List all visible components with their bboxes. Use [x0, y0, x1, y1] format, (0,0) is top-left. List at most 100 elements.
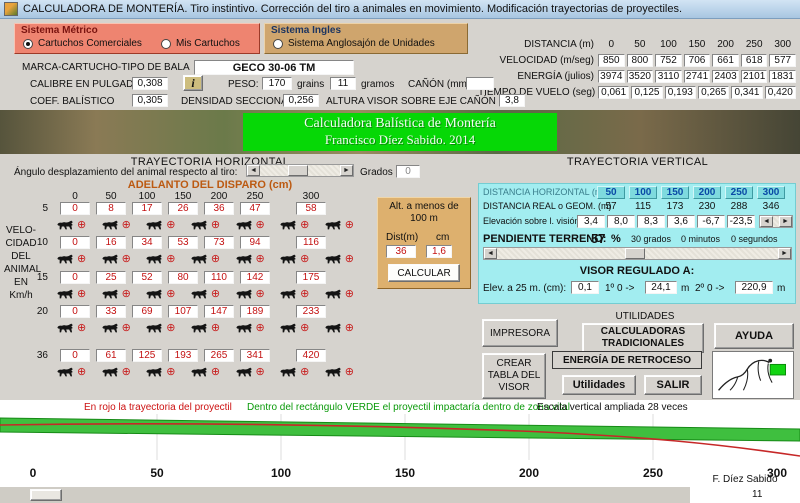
scrollbar-thumb[interactable] — [288, 165, 308, 176]
running-animal-icon — [235, 288, 254, 300]
impresora-button[interactable]: IMPRESORA — [482, 319, 558, 347]
dist-r-value: 57 — [597, 201, 625, 212]
adelanto-cell: 25 — [96, 271, 126, 284]
radio-mis-cartuchos[interactable] — [161, 39, 171, 49]
scroll-left-icon[interactable]: ◄ — [484, 248, 497, 259]
radio-cartuchos-comerciales[interactable] — [23, 39, 33, 49]
energia-retroceso-button[interactable]: ENERGÍA DE RETROCESO — [552, 351, 702, 369]
lead-marker-icon: ⊕ — [211, 367, 220, 378]
adelanto-cell: 116 — [296, 236, 326, 249]
calculadoras-button[interactable]: CALCULADORAS TRADICIONALES — [582, 323, 704, 353]
energia-value: 2403 — [712, 70, 739, 83]
velocidad-value: 800 — [627, 54, 654, 67]
scroll-right-icon[interactable]: ► — [778, 248, 791, 259]
speed-axis-label: VELO- CIDAD DEL ANIMAL EN Km/h — [4, 224, 38, 302]
grados-input[interactable]: 0 — [396, 165, 420, 178]
marca-input[interactable]: GECO 30-06 TM — [194, 60, 354, 75]
scrollbar-track[interactable] — [497, 248, 778, 259]
animal-icon-row: ⊕ ⊕ ⊕ ⊕ ⊕ ⊕ ⊕ — [56, 251, 354, 267]
peso-grains-input[interactable]: 170 — [262, 77, 292, 90]
taskbar-button[interactable] — [30, 489, 62, 501]
ayuda-button[interactable]: AYUDA — [714, 323, 794, 349]
running-animal-icon — [190, 219, 209, 231]
adelanto-cell: 107 — [168, 305, 198, 318]
energia-value: 3110 — [655, 70, 682, 83]
taskbar-strip: 11 — [0, 487, 800, 503]
coef-input[interactable]: 0,305 — [132, 94, 168, 107]
adelanto-cell: 175 — [296, 271, 326, 284]
grains-label: grains — [297, 79, 324, 90]
elev25-input[interactable]: 0,1 — [571, 281, 599, 294]
dist-input[interactable]: 36 — [386, 245, 416, 258]
speed-label: 15 — [30, 272, 48, 283]
scroll-right-icon[interactable]: ► — [340, 165, 353, 176]
lead-marker-icon: ⊕ — [300, 289, 309, 300]
calcular-button[interactable]: CALCULAR — [388, 264, 460, 282]
angle-scrollbar[interactable]: ◄ ► — [246, 164, 354, 177]
angle-label: Ángulo desplazamiento del animal respect… — [14, 167, 237, 178]
lead-marker-icon: ⊕ — [122, 289, 131, 300]
radio-mis-cartuchos-label: Mis Cartuchos — [176, 38, 240, 49]
metric-system-title: Sistema Métrico — [21, 25, 98, 36]
energia-value: 2741 — [684, 70, 711, 83]
adelanto-cell: 125 — [132, 349, 162, 362]
adelanto-cell: 61 — [96, 349, 126, 362]
lead-marker-icon: ⊕ — [300, 254, 309, 265]
scroll-left-icon[interactable]: ◄ — [760, 216, 773, 227]
salir-button[interactable]: SALIR — [644, 375, 702, 395]
scrollbar-track[interactable] — [773, 216, 779, 227]
adelanto-cell: 0 — [60, 236, 90, 249]
canon-input[interactable] — [466, 77, 494, 90]
scrollbar-thumb[interactable] — [625, 248, 645, 259]
running-animal-icon — [279, 219, 298, 231]
info-button[interactable]: i — [183, 75, 203, 91]
metric-system-groupbox: Sistema Métrico Cartuchos Comerciales Mi… — [14, 23, 260, 54]
peso-gramos-input[interactable]: 11 — [330, 77, 356, 90]
x-axis-label: 200 — [514, 466, 544, 480]
calibre-input[interactable]: 0,308 — [132, 77, 168, 90]
altura-visor-label: ALTURA VISOR SOBRE EJE CAÑÓN (cm): — [326, 96, 521, 107]
crear-tabla-visor-button[interactable]: CREAR TABLA DEL VISOR — [482, 353, 546, 399]
banner-photo-strip: Calculadora Balística de Montería Franci… — [0, 110, 800, 154]
lead-marker-icon: ⊕ — [122, 254, 131, 265]
altura-visor-input[interactable]: 3,8 — [499, 94, 525, 107]
lead-marker-icon: ⊕ — [345, 289, 354, 300]
lead-marker-icon: ⊕ — [77, 289, 86, 300]
radio-sistema-anglosajon-label: Sistema Anglosajón de Unidades — [288, 38, 435, 49]
dist-r-value: 173 — [661, 201, 689, 212]
densidad-input: 0,256 — [283, 94, 319, 107]
running-animal-icon — [56, 219, 75, 231]
dist-r-value: 230 — [693, 201, 721, 212]
elevacion-value: 3,6 — [667, 215, 695, 228]
scroll-left-icon[interactable]: ◄ — [247, 165, 260, 176]
pendiente-grados: 30 grados — [631, 234, 671, 244]
scrollbar-track[interactable] — [260, 165, 340, 176]
scroll-right-icon[interactable]: ► — [779, 216, 792, 227]
adelanto-cell: 420 — [296, 349, 326, 362]
lead-marker-icon: ⊕ — [256, 220, 265, 231]
distancia-value: 250 — [741, 38, 768, 51]
speed-label: 36 — [30, 350, 48, 361]
running-animal-icon — [324, 253, 343, 265]
adelanto-cell: 0 — [60, 202, 90, 215]
marca-label: MARCA-CARTUCHO-TIPO DE BALA — [22, 62, 190, 73]
radio-sistema-anglosajon[interactable] — [273, 39, 283, 49]
elevacion-scrollbar[interactable]: ◄ ► — [759, 215, 793, 228]
title-bar: CALCULADORA DE MONTERÍA. Tiro instintivo… — [0, 0, 800, 19]
leaping-animal-icon — [713, 352, 793, 396]
dist-r-value: 115 — [629, 201, 657, 212]
canon-label: CAÑÓN (mm) — [408, 79, 470, 90]
pendiente-scrollbar[interactable]: ◄ ► — [483, 247, 792, 260]
running-animal-icon — [235, 253, 254, 265]
utilidades-button[interactable]: Utilidades — [562, 375, 636, 395]
elevacion-value: 8,3 — [637, 215, 665, 228]
running-animal-icon — [145, 253, 164, 265]
lead-marker-icon: ⊕ — [256, 254, 265, 265]
lead-marker-icon: ⊕ — [345, 323, 354, 334]
app-window: CALCULADORA DE MONTERÍA. Tiro instintivo… — [0, 0, 800, 503]
banner: Calculadora Balística de Montería Franci… — [243, 113, 557, 151]
row-label: VELOCIDAD (m/seg) — [478, 55, 598, 66]
adelanto-cell: 110 — [204, 271, 234, 284]
banner-author: Francisco Díez Sabido. 2014 — [325, 132, 475, 148]
running-animal-icon — [101, 322, 120, 334]
